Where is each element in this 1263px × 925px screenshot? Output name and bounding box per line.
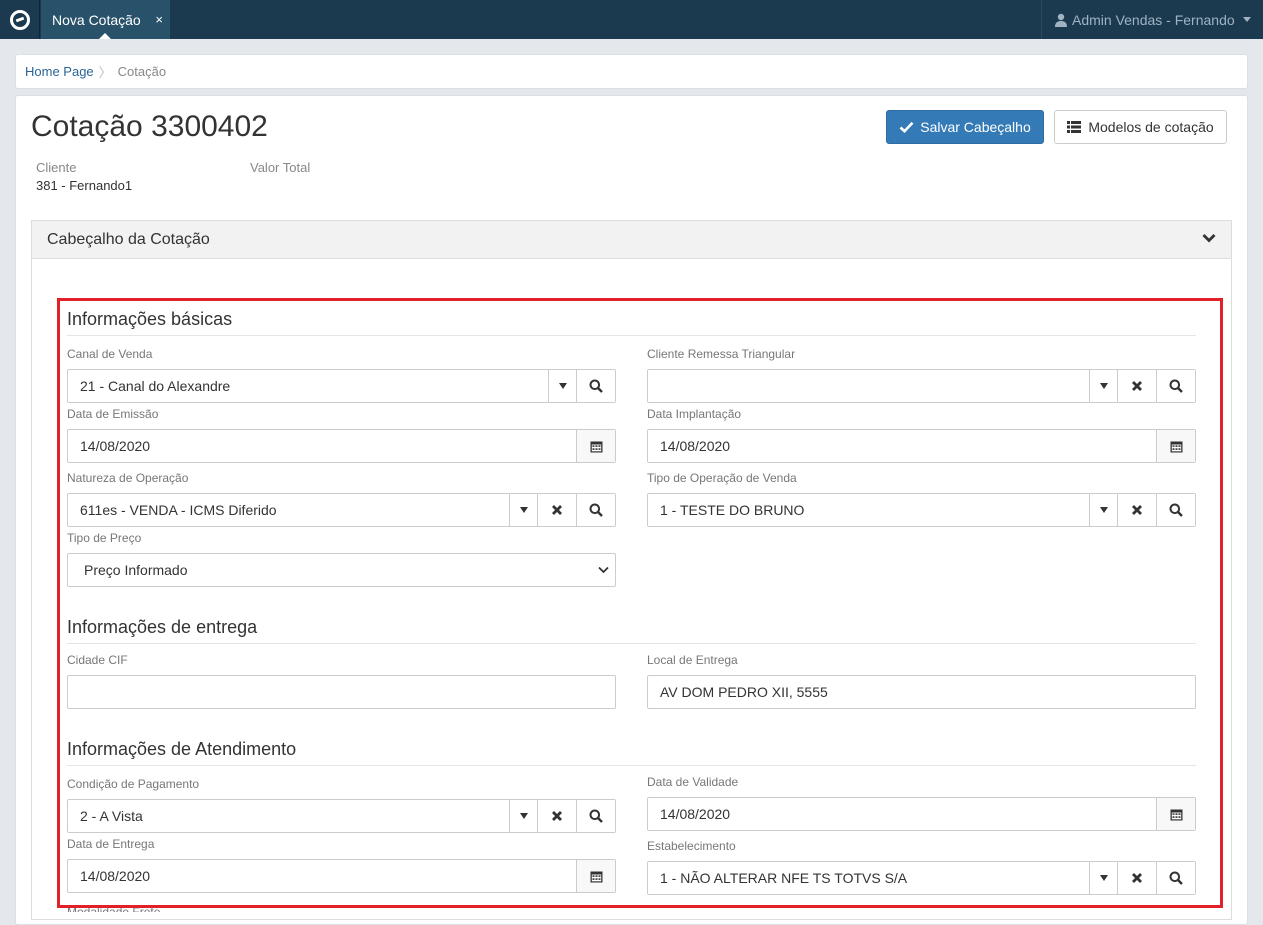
list-icon bbox=[1067, 121, 1082, 133]
sale-operation-type-label: Tipo de Operação de Venda bbox=[647, 471, 797, 485]
delivery-place-input[interactable]: AV DOM PEDRO XII, 5555 bbox=[648, 676, 1195, 708]
clear-icon[interactable] bbox=[1117, 494, 1156, 526]
payment-condition-field: 2 - A Vista bbox=[67, 799, 616, 833]
user-icon bbox=[1055, 13, 1067, 27]
establishment-label: Estabelecimento bbox=[647, 839, 736, 853]
delivery-place-label: Local de Entrega bbox=[647, 653, 738, 667]
caret-down-icon[interactable] bbox=[1089, 862, 1117, 894]
sale-operation-type-field: 1 - TESTE DO BRUNO bbox=[647, 493, 1196, 527]
establishment-input[interactable]: 1 - NÃO ALTERAR NFE TS TOTVS S/A bbox=[648, 862, 1089, 894]
user-name: Admin Vendas - Fernando bbox=[1072, 11, 1235, 28]
validity-date-field: 14/08/2020 bbox=[647, 797, 1196, 831]
sales-channel-field: 21 - Canal do Alexandre bbox=[67, 369, 616, 403]
cif-city-label: Cidade CIF bbox=[67, 653, 128, 667]
calendar-icon[interactable] bbox=[576, 430, 615, 462]
search-icon[interactable] bbox=[1156, 862, 1195, 894]
breadcrumb: Home Page 〉 Cotação bbox=[15, 54, 1248, 89]
client-value: 381 - Fernando1 bbox=[36, 178, 133, 193]
sales-channel-label: Canal de Venda bbox=[67, 347, 153, 361]
delivery-date-field: 14/08/2020 bbox=[67, 859, 616, 893]
establishment-field: 1 - NÃO ALTERAR NFE TS TOTVS S/A bbox=[647, 861, 1196, 895]
chevron-down-icon bbox=[598, 566, 609, 574]
caret-down-icon[interactable] bbox=[509, 494, 537, 526]
payment-condition-label: Condição de Pagamento bbox=[67, 777, 200, 791]
quote-models-button[interactable]: Modelos de cotação bbox=[1054, 110, 1227, 144]
caret-down-icon[interactable] bbox=[548, 370, 576, 402]
sale-operation-type-input[interactable]: 1 - TESTE DO BRUNO bbox=[648, 494, 1089, 526]
caret-down-icon[interactable] bbox=[509, 800, 537, 832]
check-icon bbox=[899, 121, 914, 133]
panel-title: Cabeçalho da Cotação bbox=[47, 230, 210, 248]
caret-down-icon[interactable] bbox=[1089, 370, 1117, 402]
clear-icon[interactable] bbox=[1117, 862, 1156, 894]
delivery-place-field: AV DOM PEDRO XII, 5555 bbox=[647, 675, 1196, 709]
search-icon[interactable] bbox=[576, 370, 615, 402]
section-title-delivery: Informações de entrega bbox=[67, 616, 1196, 644]
triangular-client-field bbox=[647, 369, 1196, 403]
breadcrumb-current: Cotação bbox=[117, 64, 167, 79]
page-title: Cotação 3300402 bbox=[31, 110, 268, 143]
implantation-date-label: Data Implantação bbox=[647, 407, 742, 421]
search-icon[interactable] bbox=[576, 494, 615, 526]
operation-nature-input[interactable]: 611es - VENDA - ICMS Diferido bbox=[68, 494, 509, 526]
delivery-date-input[interactable]: 14/08/2020 bbox=[68, 860, 576, 892]
payment-condition-input[interactable]: 2 - A Vista bbox=[68, 800, 509, 832]
validity-date-input[interactable]: 14/08/2020 bbox=[648, 798, 1156, 830]
operation-nature-field: 611es - VENDA - ICMS Diferido bbox=[67, 493, 616, 527]
price-type-select[interactable]: Preço Informado bbox=[67, 553, 616, 587]
sales-channel-input[interactable]: 21 - Canal do Alexandre bbox=[68, 370, 548, 402]
caret-down-icon[interactable] bbox=[1089, 494, 1117, 526]
price-type-value: Preço Informado bbox=[84, 562, 188, 578]
logo-icon[interactable] bbox=[0, 0, 40, 39]
issue-date-label: Data de Emissão bbox=[67, 407, 159, 421]
cif-city-field bbox=[67, 675, 616, 709]
save-header-button[interactable]: Salvar Cabeçalho bbox=[886, 110, 1044, 144]
search-icon[interactable] bbox=[1156, 370, 1195, 402]
chevron-down-icon[interactable] bbox=[1202, 233, 1216, 243]
save-header-label: Salvar Cabeçalho bbox=[920, 119, 1031, 135]
tab-label: Nova Cotação bbox=[52, 11, 141, 28]
delivery-date-label: Data de Entrega bbox=[67, 837, 155, 851]
calendar-icon[interactable] bbox=[1156, 798, 1195, 830]
operation-nature-label: Natureza de Operação bbox=[67, 471, 189, 485]
tab-nova-cotacao[interactable]: Nova Cotação × bbox=[41, 0, 170, 39]
validity-date-label: Data de Validade bbox=[647, 775, 739, 789]
section-title-basic: Informações básicas bbox=[67, 308, 1196, 336]
active-tab-indicator bbox=[99, 33, 111, 39]
search-icon[interactable] bbox=[1156, 494, 1195, 526]
quote-models-label: Modelos de cotação bbox=[1088, 119, 1214, 135]
triangular-client-input[interactable] bbox=[648, 370, 1089, 402]
issue-date-field: 14/08/2020 bbox=[67, 429, 616, 463]
user-menu[interactable]: Admin Vendas - Fernando bbox=[1041, 0, 1263, 39]
clear-icon[interactable] bbox=[537, 494, 576, 526]
top-navbar: Nova Cotação × Admin Vendas - Fernando bbox=[0, 0, 1263, 39]
implantation-date-input[interactable]: 14/08/2020 bbox=[648, 430, 1156, 462]
calendar-icon[interactable] bbox=[576, 860, 615, 892]
implantation-date-field: 14/08/2020 bbox=[647, 429, 1196, 463]
caret-down-icon bbox=[1242, 17, 1251, 22]
close-icon[interactable]: × bbox=[155, 12, 163, 27]
calendar-icon[interactable] bbox=[1156, 430, 1195, 462]
search-icon[interactable] bbox=[576, 800, 615, 832]
cif-city-input[interactable] bbox=[68, 676, 615, 708]
breadcrumb-home-link[interactable]: Home Page bbox=[25, 64, 94, 79]
client-label: Cliente bbox=[36, 160, 77, 175]
total-value-label: Valor Total bbox=[250, 160, 311, 175]
issue-date-input[interactable]: 14/08/2020 bbox=[68, 430, 576, 462]
clear-icon[interactable] bbox=[537, 800, 576, 832]
freight-mode-label: Modalidade Frete bbox=[67, 905, 161, 912]
panel-header[interactable]: Cabeçalho da Cotação bbox=[32, 221, 1231, 259]
clear-icon[interactable] bbox=[1117, 370, 1156, 402]
price-type-label: Tipo de Preço bbox=[67, 531, 142, 545]
breadcrumb-separator: 〉 bbox=[98, 65, 112, 80]
triangular-client-label: Cliente Remessa Triangular bbox=[647, 347, 796, 361]
section-title-service: Informações de Atendimento bbox=[67, 738, 1196, 766]
